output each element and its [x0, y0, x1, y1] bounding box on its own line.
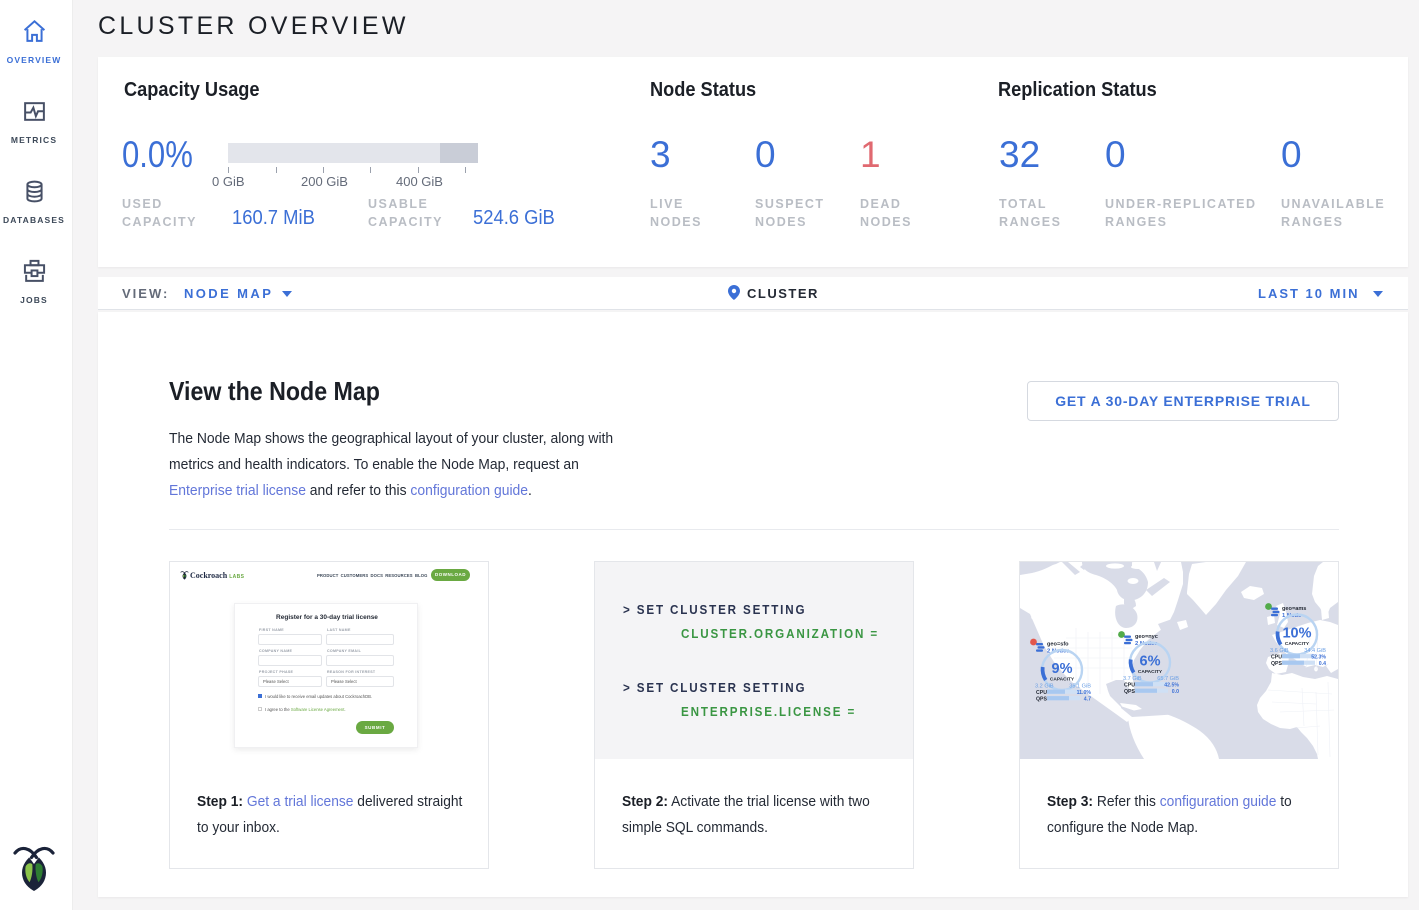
- svg-text:CPU: CPU: [1036, 690, 1047, 696]
- svg-text:geo=nyc: geo=nyc: [1135, 634, 1158, 640]
- svg-text:42.5%: 42.5%: [1164, 683, 1179, 689]
- svg-text:4.7: 4.7: [1084, 697, 1091, 703]
- svg-text:35.1 GiB: 35.1 GiB: [1069, 684, 1091, 690]
- svg-text:34.4 GiB: 34.4 GiB: [1304, 648, 1326, 654]
- svg-text:0.4: 0.4: [1319, 661, 1326, 667]
- svg-text:3.6 GiB: 3.6 GiB: [1270, 648, 1289, 654]
- svg-text:CPU: CPU: [1271, 655, 1282, 661]
- svg-text:9%: 9%: [1052, 661, 1073, 677]
- svg-text:6%: 6%: [1140, 654, 1161, 670]
- svg-text:CPU: CPU: [1124, 683, 1135, 689]
- svg-text:0.0: 0.0: [1172, 689, 1179, 695]
- svg-text:geo=ams: geo=ams: [1282, 606, 1306, 612]
- svg-text:geo=sfo: geo=sfo: [1047, 642, 1069, 648]
- svg-text:CAPACITY: CAPACITY: [1138, 669, 1163, 675]
- svg-text:11.0%: 11.0%: [1077, 690, 1092, 696]
- svg-text:65.7 GiB: 65.7 GiB: [1157, 676, 1179, 682]
- svg-text:CAPACITY: CAPACITY: [1285, 641, 1310, 647]
- svg-text:QPS: QPS: [1124, 689, 1135, 695]
- svg-text:3.7 GiB: 3.7 GiB: [1123, 676, 1142, 682]
- svg-text:QPS: QPS: [1036, 697, 1047, 703]
- svg-text:CAPACITY: CAPACITY: [1050, 677, 1075, 683]
- svg-text:10%: 10%: [1282, 626, 1311, 642]
- svg-text:52.3%: 52.3%: [1311, 655, 1326, 661]
- svg-text:3.2 GiB: 3.2 GiB: [1035, 684, 1054, 690]
- svg-text:QPS: QPS: [1271, 661, 1282, 667]
